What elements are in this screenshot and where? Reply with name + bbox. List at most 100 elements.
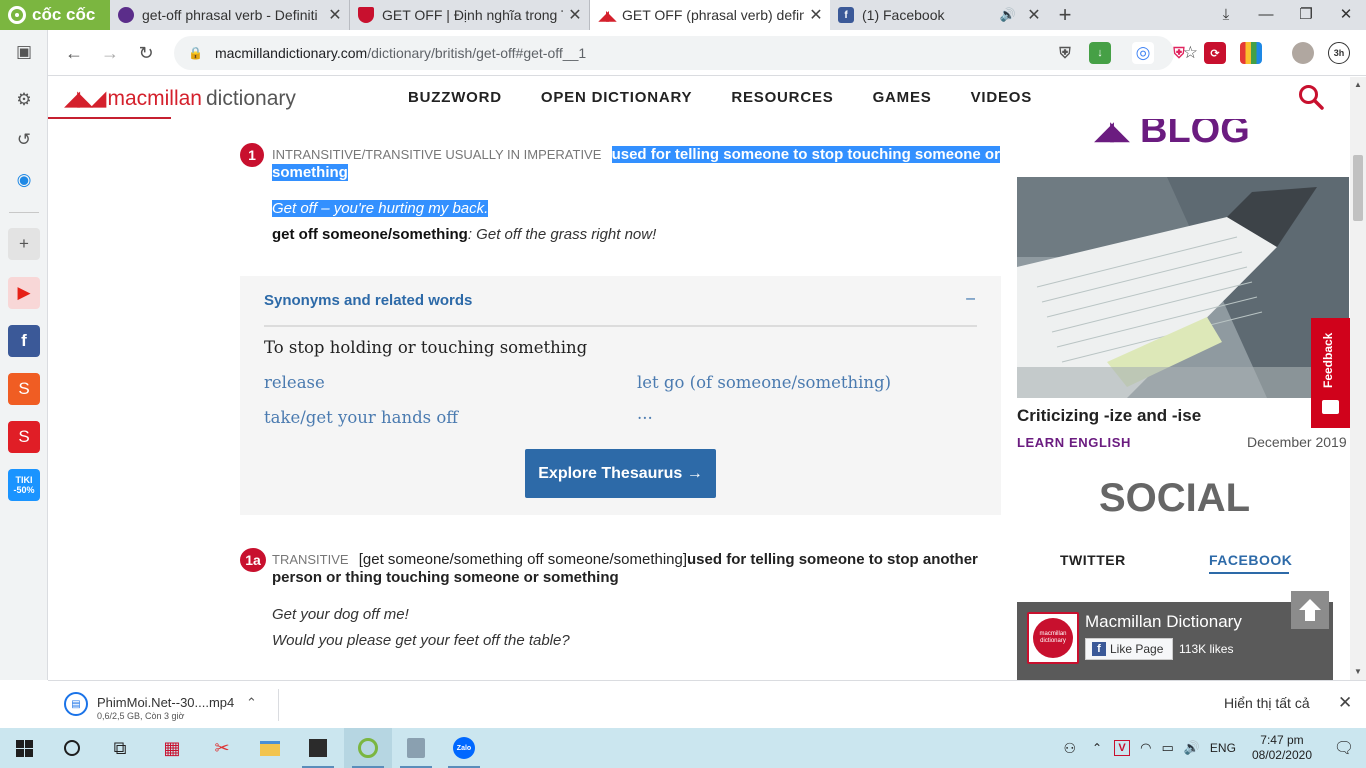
sticky-notes-icon[interactable] bbox=[294, 728, 342, 768]
red-ext-icon[interactable]: ⟳ bbox=[1204, 42, 1226, 64]
scroll-to-top-button[interactable] bbox=[1291, 591, 1329, 629]
coccoc-taskbar-icon[interactable] bbox=[344, 728, 392, 768]
fb-page-name[interactable]: Macmillan Dictionary bbox=[1085, 612, 1242, 632]
brand-name-2: dictionary bbox=[205, 86, 296, 110]
page-scrollbar[interactable]: ▲ ▼ bbox=[1350, 77, 1366, 680]
timer-icon[interactable]: 3h bbox=[1328, 42, 1350, 64]
restore-icon[interactable]: ❐ bbox=[1286, 0, 1326, 30]
clock[interactable]: 7:47 pm 08/02/2020 bbox=[1252, 733, 1312, 763]
messenger-icon[interactable]: ◉ bbox=[8, 164, 40, 196]
tab-close-icon[interactable]: ✕ bbox=[567, 5, 583, 25]
synonyms-title[interactable]: Synonyms and related words bbox=[264, 292, 472, 309]
shopee-icon[interactable]: S bbox=[8, 373, 40, 405]
tab-list-icon[interactable]: ⤓ bbox=[1206, 0, 1246, 30]
volume-icon[interactable]: 🔊 bbox=[1184, 740, 1200, 756]
show-all-downloads-link[interactable]: Hiển thị tất cả bbox=[1224, 695, 1310, 711]
task-view-icon[interactable]: ⧉ bbox=[96, 728, 144, 768]
file-explorer-icon[interactable] bbox=[246, 728, 294, 768]
sidebar-toggle-icon[interactable]: ▣ bbox=[8, 36, 40, 68]
paint-app-icon[interactable]: ▦ bbox=[148, 728, 196, 768]
battery-icon[interactable]: ▭ bbox=[1161, 740, 1173, 756]
shield-icon[interactable]: ⛨ bbox=[1054, 42, 1076, 64]
reload-icon[interactable]: ↻ bbox=[133, 40, 159, 66]
lock-icon: 🔒 bbox=[188, 46, 203, 60]
new-tab-button[interactable]: + bbox=[1048, 0, 1082, 30]
tiki-icon[interactable]: TIKI -50% bbox=[8, 469, 40, 501]
close-download-bar-icon[interactable]: ✕ bbox=[1338, 693, 1352, 713]
macmillan-logo[interactable]: ◢◣◢ macmillan dictionary bbox=[64, 86, 296, 111]
search-icon[interactable] bbox=[1298, 84, 1324, 110]
chevron-up-icon[interactable]: ⌃ bbox=[246, 695, 257, 711]
nav-videos[interactable]: VIDEOS bbox=[971, 89, 1032, 106]
windows-start-icon[interactable] bbox=[0, 728, 48, 768]
add-app-icon[interactable]: + bbox=[8, 228, 40, 260]
people-icon[interactable]: ⚇ bbox=[1063, 740, 1076, 757]
tab-close-icon[interactable]: ✕ bbox=[1026, 5, 1042, 25]
scroll-up-arrow-icon[interactable]: ▲ bbox=[1350, 77, 1366, 93]
smile-icon bbox=[1322, 400, 1339, 414]
collapse-toggle[interactable]: – bbox=[966, 290, 975, 308]
tab-close-icon[interactable]: ✕ bbox=[808, 5, 824, 25]
blog-post-title[interactable]: Criticizing -ize and -ise bbox=[1017, 406, 1201, 426]
tab-facebook-feed[interactable]: FACEBOOK bbox=[1209, 552, 1292, 568]
nav-games[interactable]: GAMES bbox=[873, 89, 932, 106]
zalo-icon[interactable]: Zalo bbox=[440, 728, 488, 768]
speaker-icon[interactable]: 🔊 bbox=[1000, 7, 1016, 23]
fb-page-avatar[interactable]: macmillan dictionary bbox=[1027, 612, 1079, 664]
nav-open-dictionary[interactable]: OPEN DICTIONARY bbox=[541, 89, 692, 106]
synonym-link[interactable]: release bbox=[264, 373, 325, 392]
blog-post-image[interactable] bbox=[1017, 177, 1349, 398]
settings-gear-icon[interactable]: ⚙ bbox=[8, 84, 40, 116]
tray-chevron-icon[interactable]: ⌃ bbox=[1092, 741, 1102, 755]
app-taskbar-icon[interactable] bbox=[392, 728, 440, 768]
facebook-app-icon[interactable]: f bbox=[8, 325, 40, 357]
nav-resources[interactable]: RESOURCES bbox=[731, 89, 833, 106]
active-tab-underline bbox=[1209, 572, 1289, 574]
notifications-icon[interactable]: 🗨 bbox=[1322, 738, 1366, 758]
tab-twitter[interactable]: TWITTER bbox=[1060, 552, 1126, 568]
tab-macmillan[interactable]: ◢◣ GET OFF (phrasal verb) definit ✕ bbox=[590, 0, 830, 30]
synonym-link[interactable]: let go (of someone/something) bbox=[637, 373, 891, 392]
forward-icon[interactable]: → bbox=[97, 40, 123, 66]
url-path: /dictionary/british/get-off#get-off__1 bbox=[367, 45, 587, 61]
synonym-link[interactable]: take/get your hands off bbox=[264, 408, 458, 427]
more-synonyms-link[interactable]: ... bbox=[637, 404, 653, 423]
youtube-icon[interactable]: ▶ bbox=[8, 277, 40, 309]
profile-avatar[interactable] bbox=[1292, 42, 1314, 64]
example-1: Get off – you're hurting my back. bbox=[272, 200, 489, 217]
unikey-icon[interactable]: V bbox=[1114, 740, 1131, 756]
feedback-tab[interactable]: Feedback bbox=[1311, 318, 1350, 428]
browser-sidebar: ▣ ⚙ ↺ ◉ + ▶ f S S TIKI -50% bbox=[0, 30, 48, 680]
close-window-icon[interactable]: ✕ bbox=[1326, 0, 1366, 30]
back-icon[interactable]: ← bbox=[61, 40, 87, 66]
adblock-icon[interactable]: ⛨ bbox=[1168, 42, 1190, 64]
fb-like-page-button[interactable]: f Like Page bbox=[1085, 638, 1173, 660]
download-ext-icon[interactable]: ↓ bbox=[1089, 42, 1111, 64]
language-indicator[interactable]: ENG bbox=[1210, 741, 1236, 755]
minimize-icon[interactable]: — bbox=[1246, 0, 1286, 30]
sendo-icon[interactable]: S bbox=[8, 421, 40, 453]
notebook-laptop-image bbox=[1017, 177, 1349, 398]
fb-likes-count: 113K likes bbox=[1179, 642, 1234, 656]
snipping-tool-icon[interactable]: ✂ bbox=[198, 728, 246, 768]
wifi-icon[interactable]: ◠ bbox=[1140, 740, 1151, 756]
download-divider bbox=[278, 689, 279, 721]
tab-close-icon[interactable]: ✕ bbox=[327, 5, 343, 25]
search-circle-icon[interactable] bbox=[48, 728, 96, 768]
explore-thesaurus-button[interactable]: Explore Thesaurus → bbox=[525, 449, 716, 498]
chrome-ext-icon[interactable]: ◎ bbox=[1132, 42, 1154, 64]
blog-logo[interactable]: ◢◣ BLOG bbox=[1094, 119, 1250, 152]
nav-buzzword[interactable]: BUZZWORD bbox=[408, 89, 502, 106]
tab-cambridge[interactable]: GET OFF | Định nghĩa trong Ti ✕ bbox=[350, 0, 590, 30]
tab-facebook[interactable]: f (1) Facebook 🔊 ✕ bbox=[830, 0, 1048, 30]
tab-get-off-definition[interactable]: get-off phrasal verb - Definiti ✕ bbox=[110, 0, 350, 30]
blog-category[interactable]: LEARN ENGLISH bbox=[1017, 435, 1131, 450]
history-icon[interactable]: ↺ bbox=[8, 124, 40, 156]
scrollbar-thumb[interactable] bbox=[1353, 155, 1363, 221]
tab-title: get-off phrasal verb - Definiti bbox=[142, 7, 318, 23]
colorful-ext-icon[interactable] bbox=[1240, 42, 1262, 64]
coccoc-menu-button[interactable]: cốc cốc bbox=[0, 0, 110, 30]
address-bar[interactable]: 🔒 macmillandictionary.com/dictionary/bri… bbox=[174, 36, 1198, 70]
download-filename[interactable]: PhimMoi.Net--30....mp4 bbox=[97, 695, 234, 710]
scroll-down-arrow-icon[interactable]: ▼ bbox=[1350, 664, 1366, 680]
